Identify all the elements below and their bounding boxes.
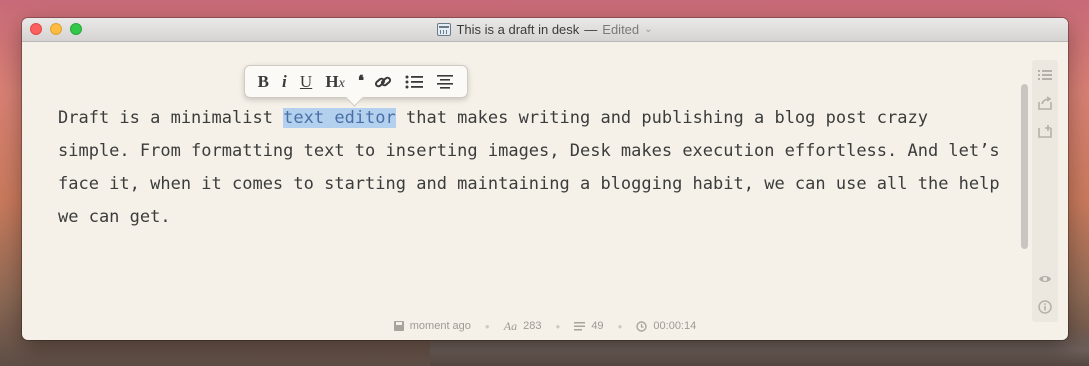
bullet-list-icon [405, 75, 424, 88]
separator-dot: ● [617, 321, 623, 331]
underline-button[interactable]: U [300, 73, 312, 90]
preview-icon[interactable] [1038, 272, 1052, 286]
bullet-list-button[interactable] [405, 74, 424, 90]
clock-icon [636, 320, 648, 332]
window-controls [30, 23, 82, 35]
heading-sub-label: x [338, 75, 345, 91]
document-icon [437, 23, 452, 36]
line-count: 49 [574, 320, 604, 332]
chevron-down-icon: ⌄ [644, 24, 653, 35]
word-count-value: 283 [523, 320, 542, 332]
font-icon: Aa [503, 318, 518, 333]
list-icon[interactable] [1038, 68, 1052, 82]
close-button[interactable] [30, 23, 42, 35]
italic-button[interactable]: i [282, 73, 287, 90]
status-bar: moment ago ● Aa 283 ● 49 ● 00:00:14 [22, 318, 1068, 334]
editor-text[interactable]: Draft is a minimalist text editor that m… [58, 102, 1008, 234]
heading-button[interactable]: Hx [325, 73, 344, 91]
saved-label: moment ago [409, 320, 471, 332]
align-icon [437, 74, 454, 89]
title-bar: This is a draft in desk — Edited ⌄ [22, 18, 1068, 42]
align-button[interactable] [436, 74, 454, 90]
scrollbar[interactable] [1021, 84, 1028, 249]
editor-window: This is a draft in desk — Edited ⌄ B i U… [22, 18, 1068, 340]
text-before-selection: Draft is a minimalist [58, 108, 284, 128]
separator-dot: ● [555, 321, 561, 331]
link-icon [375, 76, 392, 87]
save-icon [393, 321, 404, 331]
right-sidebar [1032, 60, 1058, 322]
heading-label: H [325, 71, 339, 91]
bold-button[interactable]: B [258, 73, 269, 90]
share-icon[interactable] [1038, 96, 1052, 110]
selected-text: text editor [283, 108, 396, 128]
window-title[interactable]: This is a draft in desk — Edited ⌄ [437, 22, 653, 37]
link-button[interactable] [374, 73, 392, 91]
saved-status: moment ago [393, 320, 471, 332]
format-toolbar: B i U Hx ❛❛ [244, 65, 468, 98]
info-icon[interactable] [1038, 300, 1052, 314]
timer: 00:00:14 [636, 320, 696, 332]
publish-icon[interactable] [1038, 124, 1052, 138]
edited-status: Edited [602, 22, 640, 37]
timer-value: 00:00:14 [653, 320, 697, 332]
word-count: Aa 283 [504, 319, 542, 334]
lines-icon [574, 321, 586, 330]
title-text: This is a draft in desk [456, 22, 580, 37]
zoom-button[interactable] [70, 23, 82, 35]
line-count-value: 49 [591, 320, 604, 332]
separator-dot: ● [484, 321, 490, 331]
quote-button[interactable]: ❛❛ [358, 74, 364, 89]
title-separator: — [584, 22, 598, 37]
minimize-button[interactable] [50, 23, 62, 35]
